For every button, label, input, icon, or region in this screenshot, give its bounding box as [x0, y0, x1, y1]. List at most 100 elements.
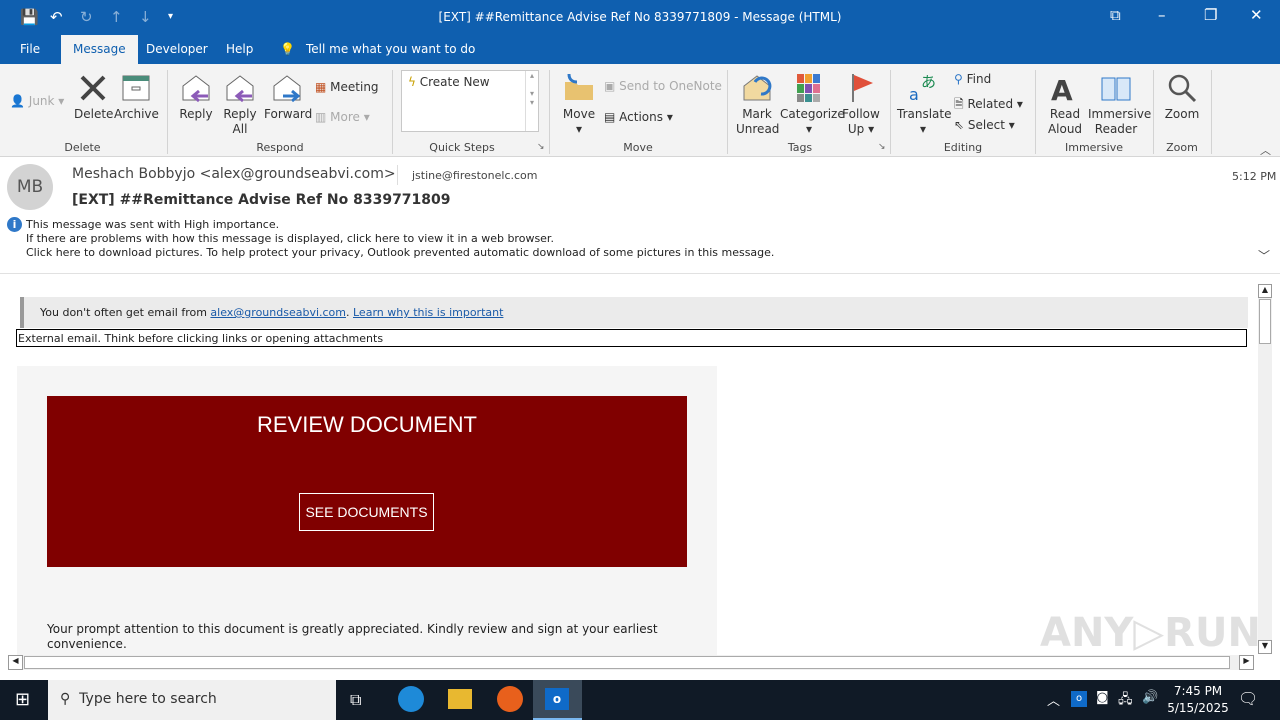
received-time: 5:12 PM — [1232, 170, 1277, 183]
mark-unread-icon — [743, 75, 772, 101]
body-paragraph: Your prompt attention to this document i… — [47, 622, 658, 651]
clock-date[interactable]: 5/15/2025 — [1166, 701, 1230, 715]
horizontal-scrollbar[interactable]: ◀ ▶ — [8, 655, 1254, 670]
tags-dialog-launcher-icon[interactable]: ↘ — [878, 142, 886, 152]
delete-button[interactable]: Delete — [74, 72, 113, 122]
translate-button[interactable]: a あ Translate ▾ — [897, 72, 952, 137]
outlook-taskbar-button[interactable]: o — [533, 680, 582, 720]
dialog-launcher-icon[interactable]: ↘ — [537, 142, 545, 152]
scroll-down-icon[interactable]: ▼ — [1258, 640, 1272, 654]
flag-icon — [852, 74, 873, 102]
email-content: REVIEW DOCUMENT SEE DOCUMENTS Your promp… — [17, 366, 717, 655]
window-title: [EXT] ##Remittance Advise Ref No 8339771… — [438, 10, 842, 24]
forward-button[interactable]: Forward — [264, 72, 312, 122]
scroll-left-icon[interactable]: ◀ — [8, 655, 23, 670]
network-icon[interactable]: 🖧 — [1118, 690, 1133, 712]
sender-email-link[interactable]: alex@groundseabvi.com — [210, 306, 346, 319]
move-button[interactable]: Move ▾ — [560, 72, 598, 137]
tab-developer[interactable]: Developer — [146, 42, 208, 56]
follow-up-button[interactable]: Follow Up ▾ — [840, 72, 882, 137]
tell-me-search[interactable]: Tell me what you want to do — [306, 42, 475, 56]
collapse-ribbon-icon[interactable]: ︿ — [1260, 142, 1271, 158]
download-pictures-notice[interactable]: Click here to download pictures. To help… — [26, 246, 774, 259]
reply-all-button[interactable]: Reply All — [220, 72, 260, 137]
categorize-button[interactable]: Categorize ▾ — [780, 72, 845, 137]
lightbulb-icon: 💡 — [280, 42, 295, 56]
task-view-icon[interactable]: ⧉ — [350, 690, 361, 710]
gallery-scroll[interactable]: ▴ ▾ ▾ — [525, 71, 538, 131]
subject: [EXT] ##Remittance Advise Ref No 8339771… — [72, 192, 451, 208]
vertical-scrollbar[interactable]: ▲ ▼ — [1258, 284, 1272, 654]
avatar: MB — [7, 164, 53, 210]
meeting-button[interactable]: ▦ Meeting — [315, 80, 379, 94]
read-aloud-button[interactable]: A Read Aloud — [1043, 72, 1087, 137]
immersive-reader-button[interactable]: Immersive Reader — [1088, 72, 1151, 137]
group-zoom-label: Zoom — [1166, 141, 1198, 154]
junk-button[interactable]: 👤 Junk ▾ — [10, 94, 64, 108]
scroll-right-icon[interactable]: ▶ — [1239, 655, 1254, 670]
search-icon: ⚲ — [954, 72, 963, 86]
banner-title: REVIEW DOCUMENT — [257, 412, 477, 437]
maximize-button[interactable]: ❐ — [1204, 6, 1217, 24]
related-button[interactable]: 🗎 Related ▾ — [954, 95, 1023, 116]
zoom-button[interactable]: Zoom — [1162, 72, 1202, 122]
immersive-reader-icon — [1101, 77, 1131, 101]
notifications-icon[interactable]: 🗨 — [1238, 689, 1258, 708]
search-icon: ⚲ — [60, 691, 71, 707]
reply-button[interactable]: Reply — [177, 72, 215, 122]
actions-button[interactable]: ▤ Actions ▾ — [604, 110, 673, 124]
camera-icon[interactable]: ◙ — [1096, 690, 1109, 705]
tab-message[interactable]: Message — [61, 35, 138, 64]
document-icon: 🗎 — [954, 97, 964, 111]
tab-help[interactable]: Help — [226, 42, 253, 56]
reply-icon — [182, 75, 210, 103]
title-bar: 💾 ↶ ↻ ↑ ↓ ▾ [EXT] ##Remittance Advise Re… — [0, 0, 1280, 34]
categorize-icon — [797, 74, 820, 102]
junk-icon: 👤 — [10, 94, 25, 108]
start-button[interactable]: ⊞ — [15, 689, 30, 710]
learn-why-link[interactable]: Learn why this is important — [353, 306, 503, 319]
select-button[interactable]: ⇖ Select ▾ — [954, 118, 1015, 132]
clock-time[interactable]: 7:45 PM — [1168, 684, 1228, 698]
file-explorer-icon[interactable] — [448, 689, 472, 709]
outlook-tray-icon[interactable]: o — [1071, 691, 1087, 707]
quick-steps-gallery[interactable]: ϟ Create New ▴ ▾ ▾ — [401, 70, 539, 132]
onenote-icon: ▣ — [604, 79, 616, 93]
see-documents-button[interactable]: SEE DOCUMENTS — [299, 493, 434, 531]
archive-button[interactable]: Archive — [114, 72, 159, 122]
web-browser-notice[interactable]: If there are problems with how this mess… — [26, 232, 554, 245]
expand-header-icon[interactable]: ﹀ — [1258, 247, 1270, 264]
find-button[interactable]: ⚲ Find — [954, 72, 991, 86]
group-quick-steps-label: Quick Steps — [429, 141, 495, 154]
scroll-up-icon[interactable]: ▲ — [1258, 284, 1272, 298]
meeting-icon: ▦ — [315, 80, 327, 94]
group-move-label: Move — [623, 141, 653, 154]
mark-unread-button[interactable]: Mark Unread — [736, 72, 779, 137]
sender[interactable]: Meshach Bobbyjo <alex@groundseabvi.com> — [72, 166, 396, 182]
tab-file[interactable]: File — [20, 42, 40, 56]
close-button[interactable]: ✕ — [1250, 6, 1263, 24]
group-editing-label: Editing — [943, 141, 983, 154]
more-button[interactable]: ▥ More ▾ — [315, 110, 370, 124]
more-icon: ▥ — [315, 110, 327, 124]
ribbon: 👤 Junk ▾ Delete Archive Delete Reply Rep… — [0, 64, 1280, 157]
taskbar: ⊞ ⚲ Type here to search ⧉ o ︿ o ◙ 🖧 🔊 7:… — [0, 680, 1280, 720]
ribbon-display-options-icon[interactable]: ⧉ — [1110, 6, 1121, 24]
watermark-logo: ANY▷RUN — [1040, 610, 1258, 655]
taskbar-search[interactable]: ⚲ Type here to search — [48, 680, 336, 720]
minimize-button[interactable]: – — [1158, 6, 1166, 24]
volume-icon[interactable]: 🔊 — [1142, 690, 1158, 705]
group-respond-label: Respond — [256, 141, 304, 154]
create-new-quick-step[interactable]: ϟ Create New — [408, 75, 490, 89]
show-hidden-icons[interactable]: ︿ — [1047, 690, 1060, 709]
h-scroll-thumb[interactable] — [24, 656, 1230, 669]
firefox-icon[interactable] — [497, 686, 523, 712]
scroll-thumb[interactable] — [1259, 299, 1271, 344]
edge-icon[interactable] — [398, 686, 424, 712]
delete-icon — [80, 75, 106, 101]
svg-text:あ: あ — [921, 73, 936, 91]
group-delete-label: Delete — [64, 141, 101, 154]
actions-icon: ▤ — [604, 110, 616, 124]
send-to-onenote-button[interactable]: ▣ Send to OneNote — [604, 79, 722, 93]
recipient[interactable]: jstine@firestonelc.com — [412, 169, 537, 182]
